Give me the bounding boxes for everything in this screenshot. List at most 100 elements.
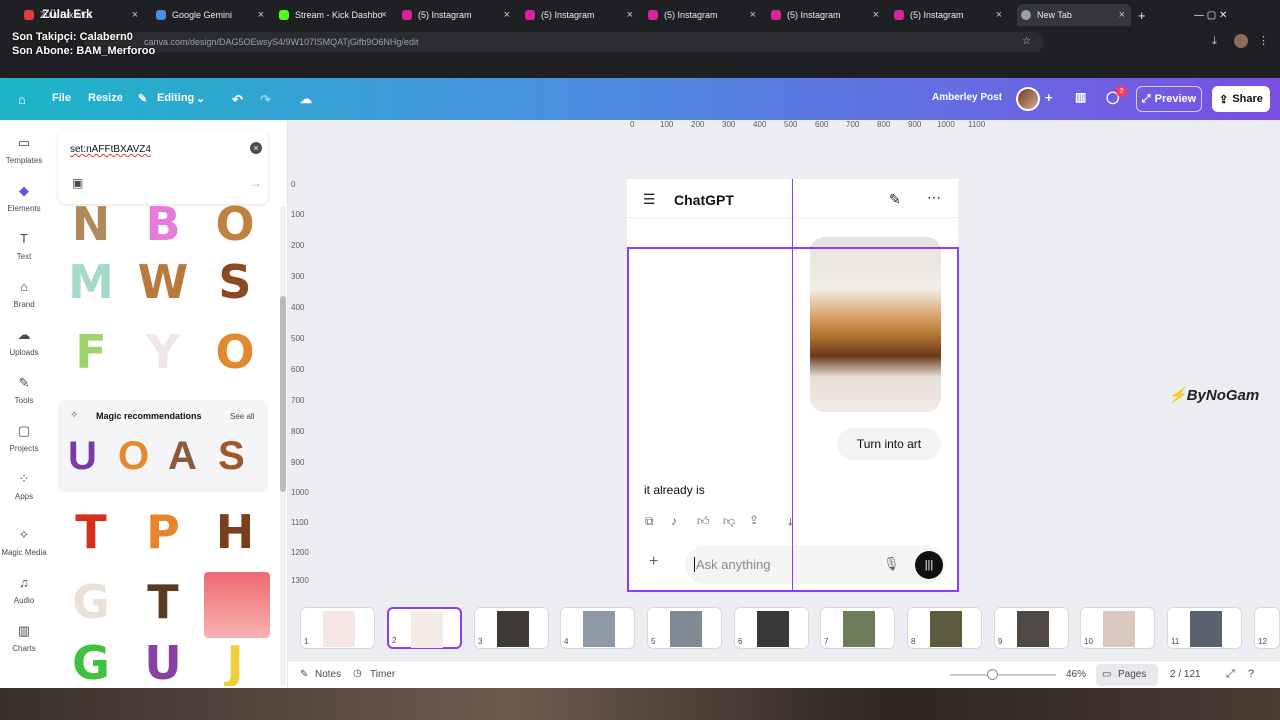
new-chat-icon[interactable]: ✎ xyxy=(889,191,901,208)
new-tab-button[interactable]: + xyxy=(1138,4,1150,26)
rail-item-magic-media[interactable]: ✧ Magic Media xyxy=(0,528,48,558)
rail-item-brand[interactable]: ⌂ Brand xyxy=(0,280,48,310)
page-thumbnail[interactable]: 1 xyxy=(300,607,375,649)
close-tab-icon[interactable]: × xyxy=(750,9,756,21)
notes-button[interactable]: Notes xyxy=(315,669,341,680)
close-tab-icon[interactable]: × xyxy=(258,9,264,21)
rail-item-uploads[interactable]: ☁ Uploads xyxy=(0,328,48,358)
letter-element[interactable]: H xyxy=(204,502,266,562)
letter-element[interactable]: S xyxy=(204,252,266,312)
home-icon[interactable]: ⌂ xyxy=(18,92,26,107)
browser-tab[interactable]: (5) Instagram × xyxy=(894,4,1008,26)
url-field[interactable]: canva.com/design/DAG5OEwsyS4/9W107ISMQAT… xyxy=(84,32,1044,52)
redo-icon[interactable]: ↷ xyxy=(260,92,271,108)
letter-element[interactable]: O xyxy=(204,322,266,382)
zoom-slider[interactable] xyxy=(950,674,1056,676)
letter-element[interactable]: O xyxy=(204,204,266,244)
rail-item-elements[interactable]: ◆ Elements xyxy=(0,184,48,214)
avatar[interactable] xyxy=(1016,87,1040,111)
letter-element[interactable]: U xyxy=(68,434,97,479)
page-thumbnail[interactable]: 10 xyxy=(1080,607,1155,649)
more-options-icon[interactable]: ⋯ xyxy=(927,189,941,206)
page-thumbnail-selected[interactable]: 2 xyxy=(387,607,462,649)
file-menu[interactable]: File xyxy=(52,92,71,104)
close-tab-icon[interactable]: × xyxy=(504,9,510,21)
page-thumbnail[interactable]: 3 xyxy=(474,607,549,649)
see-all-link[interactable]: See all xyxy=(230,412,254,421)
menu-icon[interactable]: ☰ xyxy=(643,191,656,208)
browser-tab[interactable]: Google Gemini × xyxy=(156,4,270,26)
letter-element[interactable]: N xyxy=(60,204,122,244)
window-controls[interactable]: — ▢ ✕ xyxy=(1194,4,1264,26)
panel-scrollbar-thumb[interactable] xyxy=(280,296,286,492)
insights-icon[interactable]: ▥ xyxy=(1075,90,1086,104)
zoom-level[interactable]: 46% xyxy=(1066,669,1086,680)
pink-gradient-element[interactable] xyxy=(204,572,270,638)
letter-element[interactable]: P xyxy=(132,502,194,562)
letter-element[interactable]: F xyxy=(60,322,122,382)
rail-item-tools[interactable]: ✎ Tools xyxy=(0,376,48,406)
browser-tab[interactable]: (5) Instagram × xyxy=(402,4,516,26)
timer-icon[interactable]: ◷ xyxy=(353,668,362,679)
letter-element[interactable]: J xyxy=(204,640,266,686)
more-icon[interactable]: ⋮ xyxy=(1258,34,1269,47)
letter-element[interactable]: W xyxy=(132,252,194,312)
undo-icon[interactable]: ↶ xyxy=(232,92,243,108)
page-thumbnail[interactable]: 8 xyxy=(907,607,982,649)
close-tab-icon[interactable]: × xyxy=(132,9,138,21)
submit-arrow-icon[interactable]: → xyxy=(250,176,262,190)
editing-mode-button[interactable]: Editing xyxy=(157,92,194,104)
rail-item-text[interactable]: T Text xyxy=(0,232,48,262)
profile-avatar[interactable] xyxy=(1234,34,1248,48)
page-thumbnail[interactable]: 6 xyxy=(734,607,809,649)
page-thumbnail[interactable]: 12 xyxy=(1254,607,1280,649)
page-thumbnail[interactable]: 7 xyxy=(820,607,895,649)
fullscreen-icon[interactable]: ⤢ xyxy=(1226,668,1235,681)
browser-tab[interactable]: (5) Instagram × xyxy=(525,4,639,26)
rail-item-charts[interactable]: ▥ Charts xyxy=(0,624,48,654)
rail-item-audio[interactable]: ♫ Audio xyxy=(0,576,48,606)
close-tab-icon[interactable]: × xyxy=(627,9,633,21)
resize-button[interactable]: Resize xyxy=(88,92,123,104)
preview-button[interactable]: ⤢ Preview xyxy=(1136,86,1202,112)
rail-item-templates[interactable]: ▭ Templates xyxy=(0,136,48,166)
notes-icon[interactable]: ✎ xyxy=(300,669,308,680)
browser-tab-active[interactable]: New Tab × xyxy=(1017,4,1131,26)
rail-item-apps[interactable]: ⁘ Apps xyxy=(0,472,48,502)
letter-element[interactable]: Y xyxy=(132,322,194,382)
search-input[interactable]: set:nAFFtBXAVZ4 xyxy=(70,144,151,155)
letter-element[interactable]: M xyxy=(60,252,122,312)
image-search-icon[interactable]: ▣ xyxy=(72,176,83,190)
letter-element[interactable]: A xyxy=(168,434,197,479)
close-tab-icon[interactable]: × xyxy=(996,9,1002,21)
close-tab-icon[interactable]: × xyxy=(381,9,387,21)
close-tab-icon[interactable]: × xyxy=(1119,9,1125,21)
browser-tab[interactable]: Stream - Kick Dashbo × xyxy=(279,4,393,26)
clear-search-icon[interactable]: × xyxy=(250,142,262,154)
letter-element[interactable]: B xyxy=(132,204,194,244)
add-collaborator-icon[interactable]: + xyxy=(1045,90,1053,105)
chevron-down-icon[interactable]: ⌄ xyxy=(196,92,205,105)
zoom-slider-handle[interactable] xyxy=(987,669,998,680)
page-thumbnail[interactable]: 11 xyxy=(1167,607,1242,649)
cloud-saved-icon[interactable]: ☁ xyxy=(300,92,312,106)
letter-element[interactable]: T xyxy=(60,502,122,562)
page-thumbnail[interactable]: 9 xyxy=(994,607,1069,649)
browser-tab[interactable]: (5) Instagram × xyxy=(648,4,762,26)
close-tab-icon[interactable]: × xyxy=(873,9,879,21)
browser-tab[interactable]: (5) Instagram × xyxy=(771,4,885,26)
selection-box[interactable] xyxy=(627,247,959,592)
share-button[interactable]: ⇪ Share xyxy=(1212,86,1270,112)
timer-button[interactable]: Timer xyxy=(370,669,395,680)
star-icon[interactable]: ☆ xyxy=(1022,36,1031,47)
download-icon[interactable]: ⤓ xyxy=(1212,35,1217,48)
letter-element[interactable]: T xyxy=(132,572,194,632)
help-icon[interactable]: ? xyxy=(1248,668,1254,680)
rail-item-projects[interactable]: ▢ Projects xyxy=(0,424,48,454)
letter-element[interactable]: U xyxy=(132,640,194,686)
letter-element[interactable]: S xyxy=(218,434,245,479)
page-thumbnail[interactable]: 5 xyxy=(647,607,722,649)
letter-element[interactable]: G xyxy=(60,640,122,686)
page-thumbnail[interactable]: 4 xyxy=(560,607,635,649)
letter-element[interactable]: O xyxy=(118,434,149,479)
